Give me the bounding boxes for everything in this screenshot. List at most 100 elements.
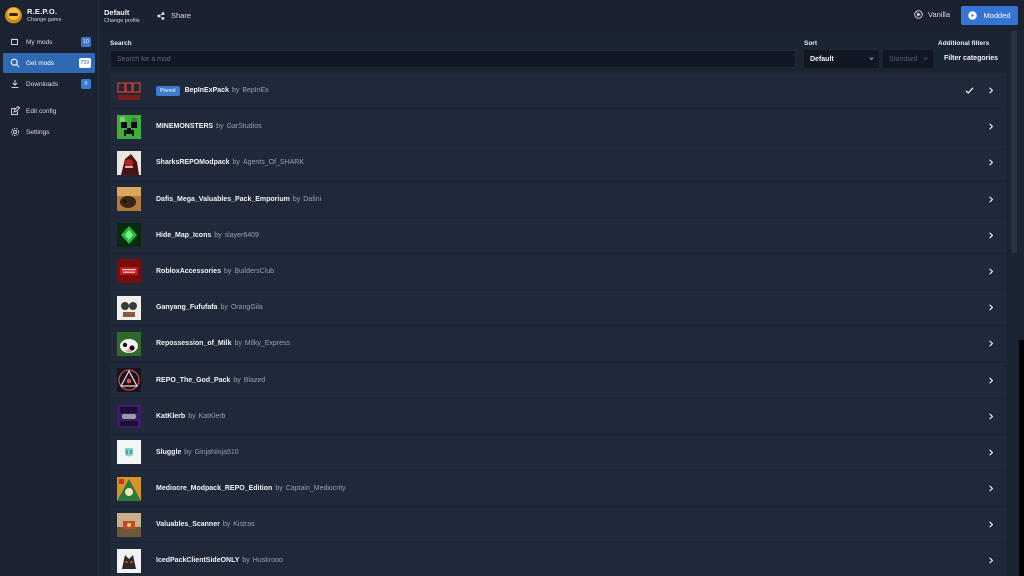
list-scrollbar[interactable] bbox=[1010, 31, 1018, 576]
vanilla-label: Vanilla bbox=[928, 10, 950, 19]
mod-author: BepInEx bbox=[242, 87, 269, 94]
game-switcher[interactable]: R.E.P.O. Change game bbox=[0, 0, 98, 30]
filter-bar: Search Sort Default Standard Additional … bbox=[100, 31, 1024, 71]
mod-thumbnail bbox=[117, 295, 141, 320]
scrollbar-thumb[interactable] bbox=[1011, 31, 1017, 253]
chevron-right-icon[interactable] bbox=[988, 340, 994, 347]
window-edge bbox=[1019, 340, 1024, 576]
sidebar-item-label: Downloads bbox=[26, 80, 59, 88]
mod-row[interactable]: Hide_Map_Icons by slayer6409 bbox=[110, 217, 1006, 253]
mod-thumbnail bbox=[117, 150, 141, 175]
my-mods-count-badge: 10 bbox=[81, 37, 91, 47]
mod-thumbnail bbox=[117, 187, 141, 212]
chevron-right-icon[interactable] bbox=[988, 304, 994, 311]
change-profile-link[interactable]: Change profile bbox=[104, 18, 148, 24]
chevron-right-icon[interactable] bbox=[988, 123, 994, 130]
chevron-right-icon[interactable] bbox=[988, 87, 994, 94]
search-icon bbox=[9, 58, 20, 69]
mod-author: slayer6409 bbox=[224, 231, 259, 239]
mod-name: SharksREPOModpack bbox=[156, 159, 230, 167]
mod-by: by bbox=[234, 340, 242, 348]
mod-row[interactable]: Repossession_of_Milk by Milky_Express bbox=[110, 326, 1006, 362]
mod-author: KatKlerb bbox=[198, 412, 226, 420]
chevron-right-icon[interactable] bbox=[988, 159, 994, 166]
sidebar-item-downloads[interactable]: Downloads 0 bbox=[3, 74, 95, 94]
mod-row[interactable]: REPO_The_God_Pack by Blazed bbox=[110, 362, 1006, 398]
mod-name: MINEMONSTERS bbox=[156, 123, 214, 131]
mod-name: Repossession_of_Milk bbox=[156, 340, 232, 348]
filter-categories-button[interactable]: Filter categories bbox=[944, 55, 998, 62]
mod-name: IcedPackClientSideONLY bbox=[156, 557, 240, 565]
mod-by: by bbox=[214, 231, 222, 239]
gear-icon bbox=[9, 127, 20, 138]
mod-row[interactable]: Ganyang_Fufufafa by OrangGila bbox=[110, 290, 1006, 326]
mod-row[interactable]: Sluggle by GinjaNinja510 bbox=[110, 434, 1006, 470]
chevron-right-icon[interactable] bbox=[988, 485, 994, 492]
mod-row[interactable]: KatKlerb by KatKlerb bbox=[110, 398, 1006, 434]
mod-row[interactable]: Dafis_Mega_Valuables_Pack_Emporium by Da… bbox=[110, 181, 1006, 217]
sidebar-item-get-mods[interactable]: Get mods 739 bbox=[3, 53, 95, 73]
download-icon bbox=[9, 79, 20, 90]
downloads-count-badge: 0 bbox=[81, 79, 91, 89]
modded-launch-button[interactable]: Modded bbox=[961, 6, 1018, 25]
chevron-right-icon[interactable] bbox=[988, 268, 994, 275]
modded-label: Modded bbox=[983, 11, 1011, 20]
mod-thumbnail bbox=[117, 78, 141, 103]
sort-select[interactable]: Default bbox=[804, 50, 879, 68]
sidebar-item-my-mods[interactable]: My mods 10 bbox=[3, 32, 95, 52]
game-title: R.E.P.O. bbox=[27, 7, 58, 16]
mod-row[interactable]: MINEMONSTERS by GarStudios bbox=[110, 109, 1006, 145]
installed-check-icon bbox=[965, 87, 974, 94]
edit-icon bbox=[9, 106, 20, 117]
sidebar-item-edit-config[interactable]: Edit config bbox=[3, 101, 95, 121]
change-game-link[interactable]: Change game bbox=[27, 17, 62, 23]
mod-name: Hide_Map_Icons bbox=[156, 231, 212, 239]
mod-by: by bbox=[275, 485, 283, 493]
mod-name: BepInExPack bbox=[184, 87, 229, 94]
puzzle-icon bbox=[9, 37, 20, 48]
profile-name: Default bbox=[104, 7, 130, 17]
mod-thumbnail bbox=[117, 331, 141, 356]
mod-author: Captain_Mediocrity bbox=[285, 485, 346, 493]
profile-switcher[interactable]: Default Change profile bbox=[100, 8, 148, 24]
mod-author: Dafini bbox=[303, 195, 322, 203]
mod-row[interactable]: SharksREPOModpack by Agents_Of_SHARK bbox=[110, 145, 1006, 181]
mod-by: by bbox=[231, 87, 240, 94]
mod-row[interactable]: Pinned BepInExPack by BepInEx bbox=[110, 73, 1006, 108]
chevron-right-icon[interactable] bbox=[988, 195, 994, 203]
sort-label: Sort bbox=[804, 40, 817, 47]
mod-list: Pinned BepInExPack by BepInEx MINEMONSTE… bbox=[110, 73, 1006, 576]
mod-row[interactable]: RobloxAccessories by BuildersClub bbox=[110, 253, 1006, 289]
mod-by: by bbox=[188, 412, 196, 420]
mod-author: BuildersClub bbox=[234, 267, 275, 275]
chevron-right-icon[interactable] bbox=[988, 376, 994, 384]
app-window: R.E.P.O. Change game My mods 10 Get mods… bbox=[0, 0, 1024, 576]
mod-thumbnail bbox=[117, 368, 141, 392]
mod-row[interactable]: Mediocre_Modpack_REPO_Edition by Captain… bbox=[110, 471, 1006, 507]
chevron-right-icon[interactable] bbox=[988, 557, 994, 565]
play-circle-icon bbox=[968, 11, 978, 20]
sort-value: Default bbox=[810, 55, 834, 63]
mod-author: GarStudios bbox=[226, 123, 262, 131]
mod-row[interactable]: Valuables_Scanner by Kistras bbox=[110, 507, 1006, 543]
chevron-right-icon[interactable] bbox=[988, 521, 994, 528]
mod-name: Ganyang_Fufufafa bbox=[156, 304, 218, 312]
vanilla-launch-button[interactable]: Vanilla bbox=[914, 10, 950, 19]
chevron-right-icon[interactable] bbox=[988, 413, 994, 420]
mod-row[interactable]: IcedPackClientSideONLY by Huskrooo bbox=[110, 543, 1006, 576]
mod-name: Sluggle bbox=[156, 448, 182, 456]
sidebar-item-settings[interactable]: Settings bbox=[3, 122, 95, 142]
pinned-badge: Pinned bbox=[156, 85, 180, 96]
mod-thumbnail bbox=[117, 548, 141, 573]
search-input[interactable] bbox=[110, 50, 796, 68]
chevron-right-icon[interactable] bbox=[988, 232, 994, 239]
chevron-right-icon[interactable] bbox=[988, 449, 994, 456]
game-logo-icon bbox=[5, 6, 22, 24]
sort-direction-select[interactable]: Standard bbox=[883, 50, 933, 68]
top-bar: Default Change profile Share Vanilla Mod… bbox=[100, 0, 1024, 31]
sidebar: R.E.P.O. Change game My mods 10 Get mods… bbox=[0, 0, 99, 576]
mod-by: by bbox=[223, 267, 232, 275]
share-button[interactable]: Share bbox=[157, 11, 191, 20]
mod-name: RobloxAccessories bbox=[156, 267, 221, 275]
get-mods-count-badge: 739 bbox=[78, 58, 91, 68]
